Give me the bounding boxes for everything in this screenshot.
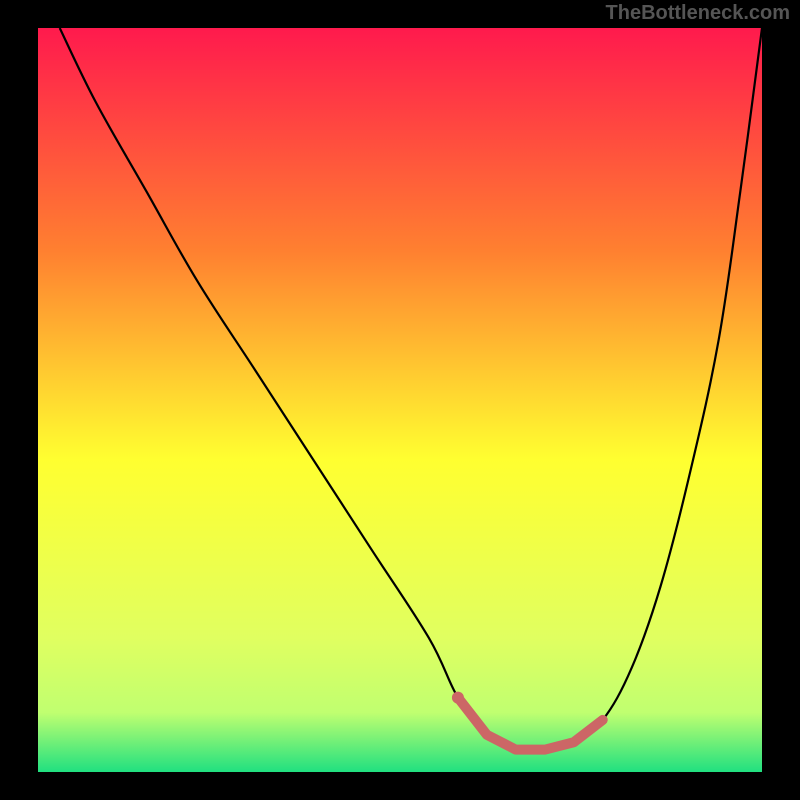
gradient-background xyxy=(38,28,762,772)
plot-area xyxy=(38,28,762,772)
watermark-text: TheBottleneck.com xyxy=(606,2,790,25)
chart-svg xyxy=(38,28,762,772)
chart-container: TheBottleneck.com xyxy=(0,0,800,800)
optimal-start-dot xyxy=(452,692,464,704)
